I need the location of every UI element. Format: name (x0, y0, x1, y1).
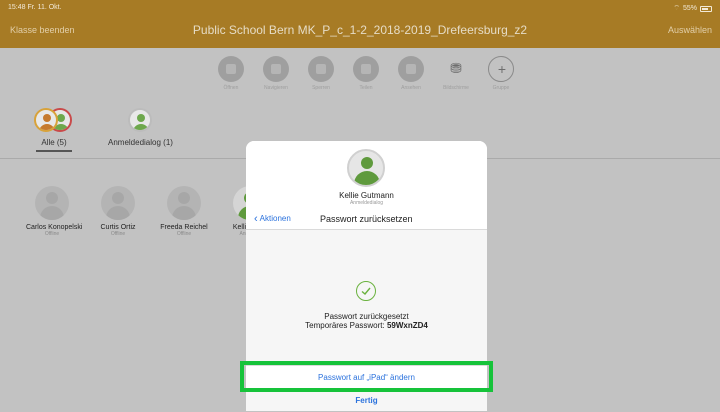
filter-login[interactable]: Anmeldedialog (1) (108, 108, 173, 152)
filter-all-label: Alle (5) (41, 138, 67, 147)
tool-label: Öffnen (223, 85, 239, 91)
highlight-box (240, 361, 493, 392)
temp-password-label: Temporäres Passwort: (305, 321, 387, 330)
back-label: Aktionen (259, 214, 291, 223)
avatar (347, 149, 385, 187)
filter-all[interactable]: Alle (5) (34, 108, 74, 152)
student-status: Offline (176, 231, 192, 237)
student-name: Kellie Gutmann (339, 191, 394, 200)
tool-label: Navigieren (264, 85, 288, 91)
modal-header: Kellie Gutmann Anmeldedialog ‹ Aktionen … (246, 141, 487, 230)
action-toolbar: Öffnen Navigieren Sperren Teilen Ansehen… (212, 56, 520, 91)
tool-label: Gruppe (492, 85, 510, 91)
tool-label: Teilen (359, 85, 373, 91)
binoculars-icon: ⛃ (450, 60, 462, 76)
chevron-left-icon: ‹ (254, 212, 258, 225)
back-button[interactable]: ‹ Aktionen (254, 212, 291, 225)
student-status: Anmeldedialog (349, 200, 384, 206)
tool-label: Ansehen (401, 85, 421, 91)
group-avatar-icon (34, 108, 58, 132)
tool-open[interactable]: Öffnen (212, 56, 250, 91)
wifi-icon: ⌔ (673, 5, 680, 12)
student-tile[interactable]: Curtis Ortiz Offline (92, 186, 144, 237)
student-status: Offline (44, 231, 60, 237)
tool-navigate[interactable]: Navigieren (257, 56, 295, 91)
status-time: 15:48 Fr. 11. Okt. (8, 4, 62, 11)
app-header: 15:48 Fr. 11. Okt. ⌔ 55% Klasse beenden … (0, 0, 720, 48)
avatar (101, 186, 135, 220)
battery-icon (700, 5, 712, 12)
student-name: Curtis Ortiz (100, 224, 136, 231)
filter-selected-indicator (36, 150, 72, 152)
avatar (167, 186, 201, 220)
student-status: Offline (110, 231, 126, 237)
app-icon (218, 56, 244, 82)
tool-label: Sperren (312, 85, 330, 91)
tool-share[interactable]: Teilen (347, 56, 385, 91)
tool-lock[interactable]: Sperren (302, 56, 340, 91)
student-name: Carlos Konopelski (26, 224, 83, 231)
checkmark-icon (356, 281, 376, 301)
avatar (35, 186, 69, 220)
eye-icon (398, 56, 424, 82)
student-tile[interactable]: Freeda Reichel Offline (158, 186, 210, 237)
login-avatar-icon (128, 108, 153, 132)
student-tile[interactable]: Carlos Konopelski Offline (26, 186, 83, 237)
student-name: Freeda Reichel (160, 224, 208, 231)
filter-login-label: Anmeldedialog (1) (108, 138, 173, 147)
screen-icon (353, 56, 379, 82)
modal-title: Passwort zurücksetzen (320, 214, 413, 224)
temp-password: Temporäres Passwort: 59WxnZD4 (246, 321, 487, 330)
class-title: Public School Bern MK_P_c_1-2_2018-2019_… (192, 23, 528, 37)
tool-view[interactable]: Ansehen (392, 56, 430, 91)
filter-bar: Alle (5) Anmeldedialog (1) (34, 108, 173, 152)
temp-password-value: 59WxnZD4 (386, 321, 428, 330)
battery-percent: 55% (682, 5, 697, 12)
lock-icon (308, 56, 334, 82)
tool-label: Bildschirme (443, 85, 469, 91)
reset-message: Passwort zurückgesetzt (324, 312, 409, 321)
status-indicators: ⌔ 55% (673, 4, 712, 13)
student-grid: Carlos Konopelski Offline Curtis Ortiz O… (26, 186, 276, 237)
tool-group[interactable]: + Gruppe (482, 56, 520, 91)
plus-icon: + (488, 56, 514, 82)
tool-screens[interactable]: ⛃ Bildschirme (437, 56, 475, 91)
done-button[interactable]: Fertig (246, 389, 487, 411)
compass-icon (263, 56, 289, 82)
select-button[interactable]: Auswählen (668, 25, 712, 35)
